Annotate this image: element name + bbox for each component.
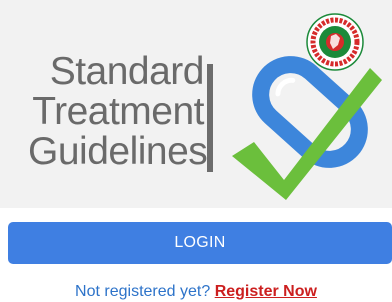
app-title: Standard Treatment Guidelines: [28, 50, 208, 173]
register-now-link[interactable]: Register Now: [215, 283, 317, 300]
register-prompt: Not registered yet?: [75, 283, 211, 300]
bangladesh-government-seal-icon: [306, 13, 364, 71]
title-divider: [207, 64, 213, 172]
app-title-line-1: Standard: [49, 50, 205, 93]
header-banner: Standard Treatment Guidelines: [0, 0, 392, 208]
app-title-line-2: Treatment: [32, 90, 204, 133]
app-title-line-3: Guidelines: [28, 130, 208, 173]
login-button[interactable]: LOGIN: [8, 222, 392, 264]
capsule-checkmark-icon: [232, 56, 382, 200]
register-row: Not registered yet? Register Now: [0, 282, 392, 302]
login-screen: Standard Treatment Guidelines LOGIN Not …: [0, 0, 392, 302]
